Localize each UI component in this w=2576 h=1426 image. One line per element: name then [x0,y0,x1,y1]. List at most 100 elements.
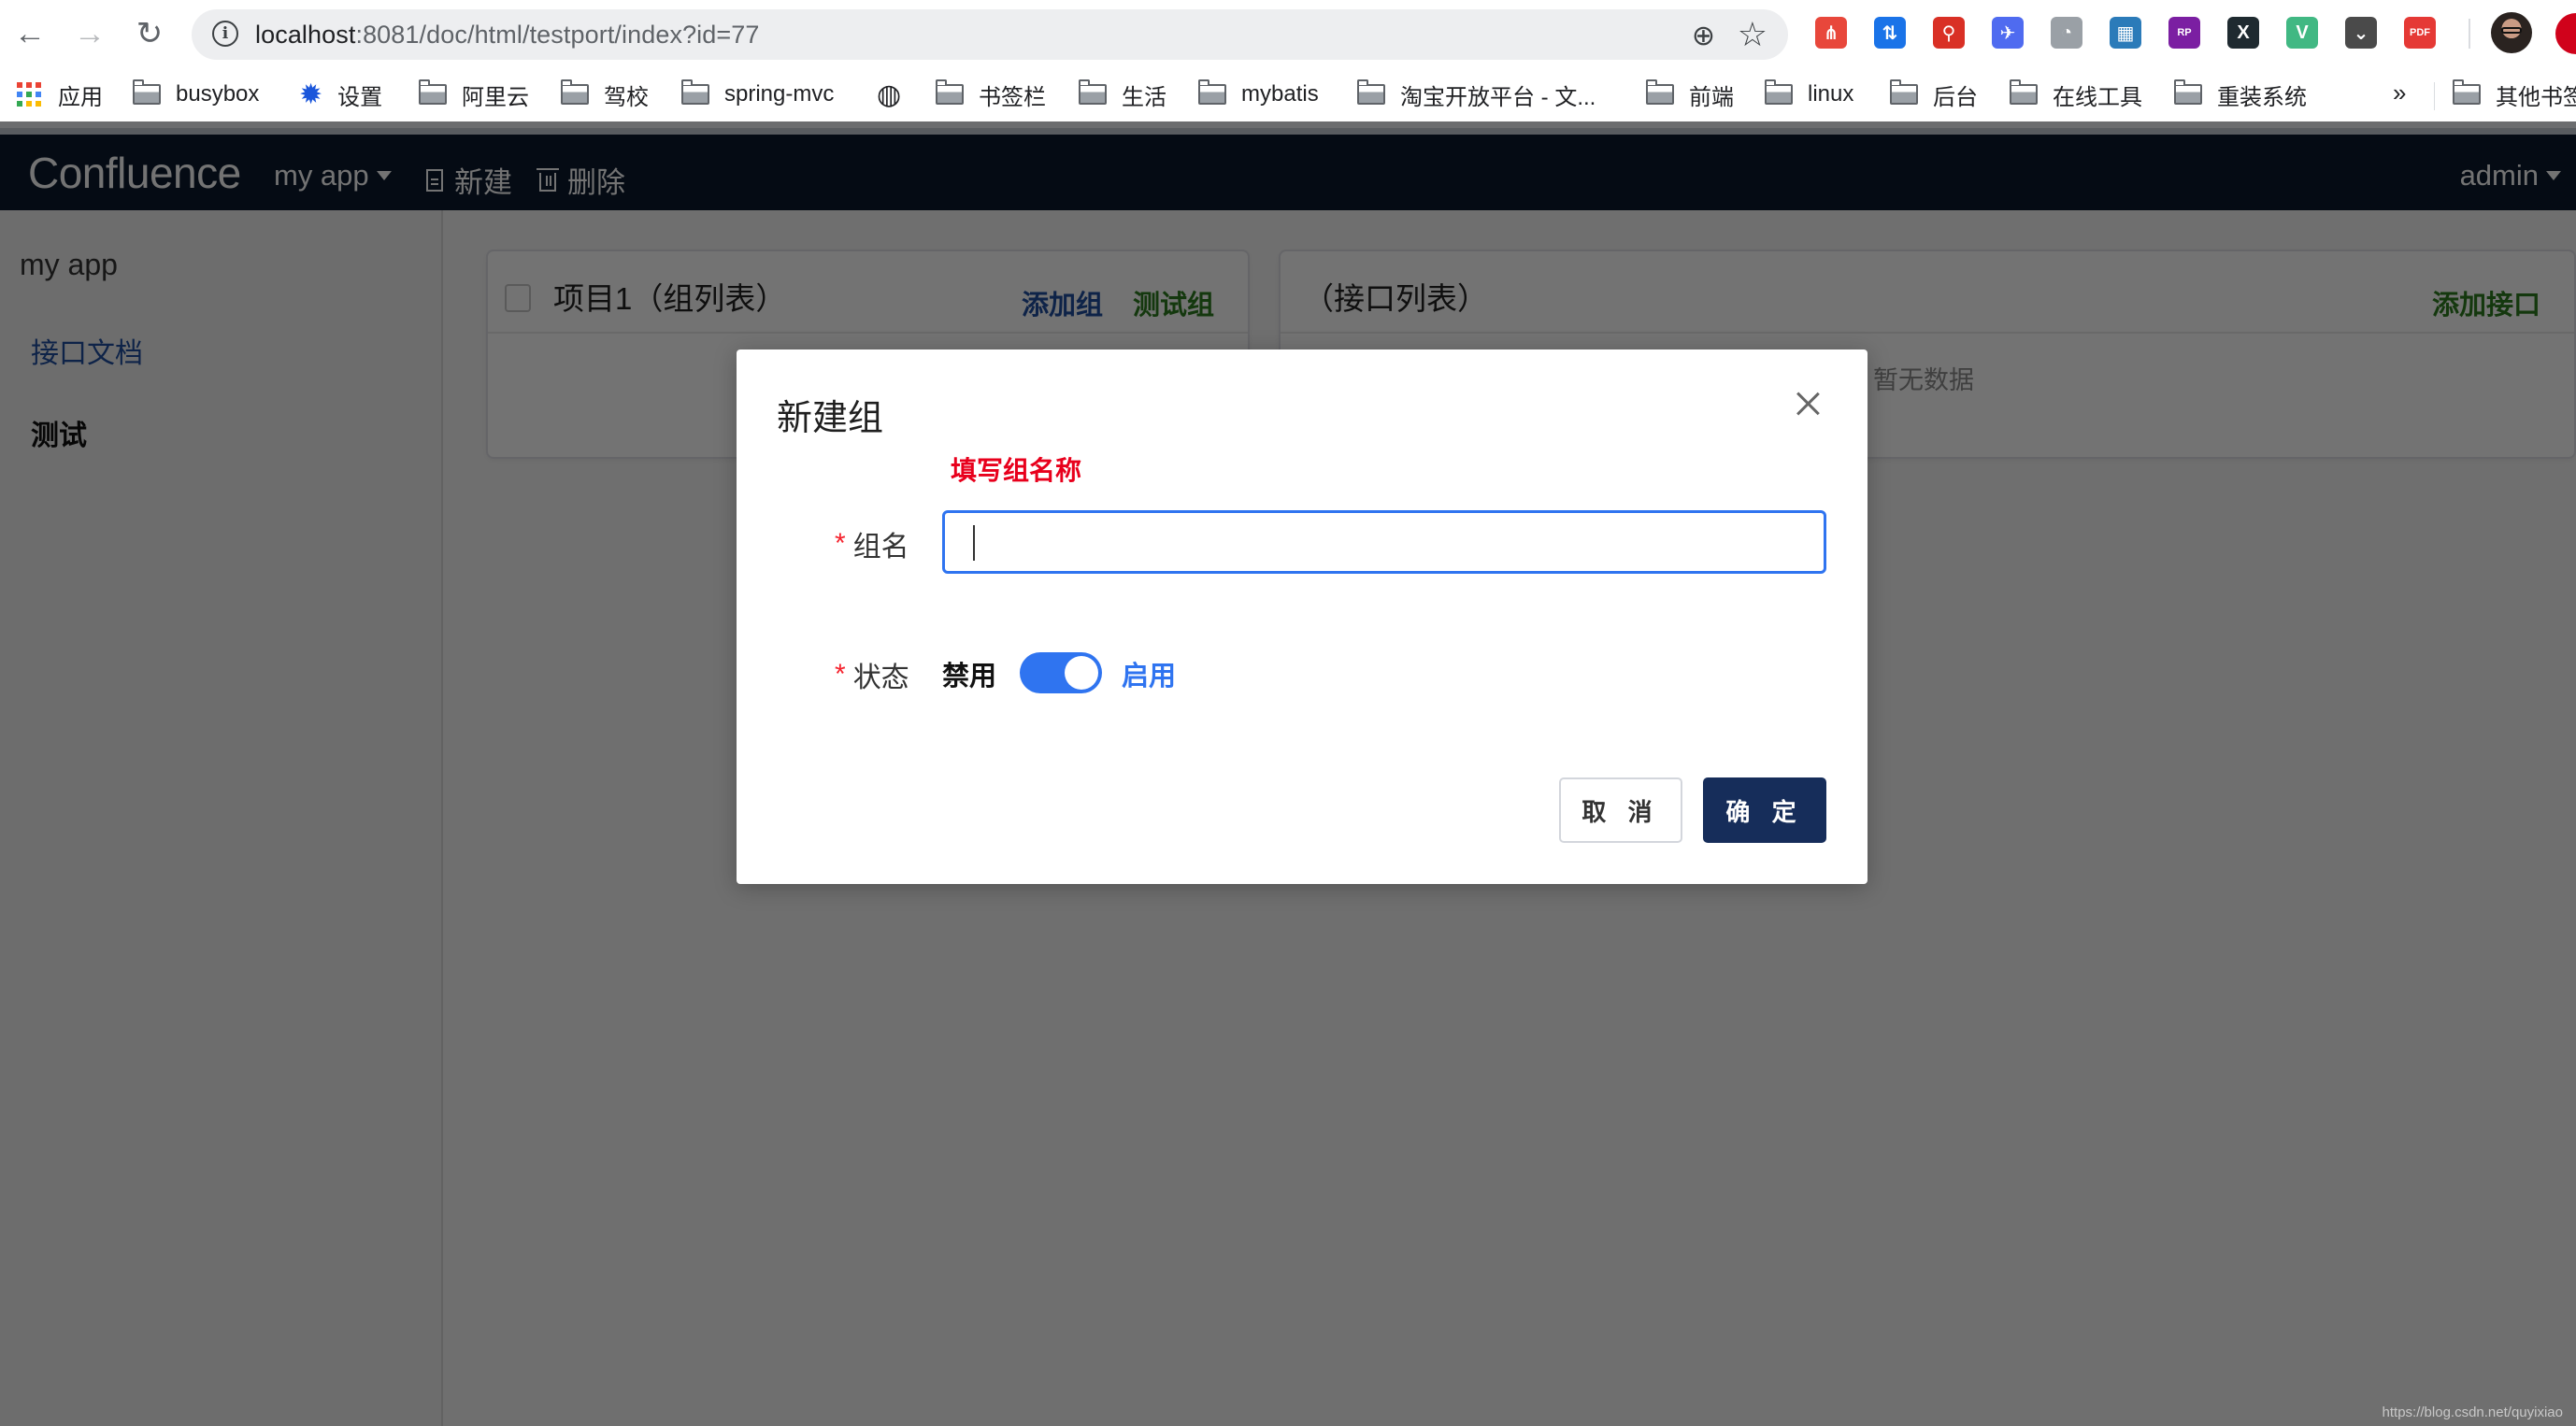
bookmark-folder[interactable]: 前端 [1645,78,1734,110]
url-text[interactable]: localhost:8081/doc/html/testport/index?i… [255,19,760,50]
folder-icon [2009,79,2038,105]
x-extension-icon[interactable]: X [2227,17,2259,49]
dialog-title: 新建组 [777,399,884,438]
forward-button[interactable]: → [69,13,110,54]
toolbar-separator [2469,19,2470,49]
screenshot-extension-icon[interactable]: ▦ [2110,17,2141,49]
profile-avatar[interactable] [2491,12,2532,53]
cancel-button[interactable]: 取 消 [1559,777,1682,843]
folder-icon [132,79,161,105]
group-name-label-text: 组名 [852,532,909,563]
pocket-extension-icon[interactable]: ⌄ [2345,17,2377,49]
bookmark-label: 应用 [58,84,103,110]
arrow-left-icon: ← [14,15,46,51]
status-enabled-label: 启用 [1122,662,1177,692]
bookmark-label: 设置 [337,84,383,110]
back-button[interactable]: ← [9,13,50,54]
upload-extension-icon[interactable] [2555,13,2576,54]
bookmarks-overflow-button[interactable]: » [2393,78,2406,107]
bookmarks-separator [2434,82,2435,110]
globe-icon: ◍ [877,78,902,110]
location-pin-extension-icon[interactable]: ⚲ [1933,17,1965,49]
bookmark-label: spring-mvc [724,81,835,107]
text-cursor [973,525,975,561]
group-name-input[interactable] [942,510,1826,574]
transfer-ex-extension-icon[interactable]: ⇅ [1874,17,1906,49]
status-disabled-label: 禁用 [942,662,997,692]
bookmark-folder[interactable]: 淘宝开放平台 - 文... [1356,78,1596,110]
bookmark-label: 其他书签 [2496,84,2576,110]
bookmark-folder[interactable]: mybatis [1197,78,1319,110]
bookmark-star-icon[interactable]: ☆ [1738,15,1767,54]
address-bar[interactable]: i localhost:8081/doc/html/testport/index… [192,9,1788,60]
folder-icon [2452,79,2481,105]
bookmark-folder[interactable]: 后台 [1889,78,1978,110]
bookmark-label: 后台 [1933,84,1978,110]
confirm-button[interactable]: 确 定 [1703,777,1826,843]
folder-icon [1889,79,1918,105]
folder-icon [680,79,709,105]
zoom-icon[interactable]: ⊕ [1692,20,1715,52]
bookmark-label: 淘宝开放平台 - 文... [1400,84,1596,110]
bookmark-globe[interactable]: ◍ [877,78,901,110]
bookmark-other-folder[interactable]: 其他书签 [2452,78,2576,110]
pdfjs-extension-icon[interactable]: PDF [2404,17,2436,49]
bookmark-label: busybox [176,81,260,107]
reload-button[interactable]: ↻ [129,13,170,54]
required-asterisk: * [835,528,846,559]
bookmark-label: mybatis [1241,81,1319,107]
folder-icon [1197,79,1226,105]
bookmark-folder[interactable]: 驾校 [560,78,649,110]
arrow-right-icon: → [74,15,106,51]
vue-devtools-extension-icon[interactable]: V [2286,17,2318,49]
validation-hint: 填写组名称 [951,456,1082,485]
url-path: :8081/doc/html/testport/index?id=77 [355,21,760,49]
sitemap-extension-icon[interactable]: ⋔ [1815,17,1847,49]
bookmark-folder[interactable]: linux [1764,78,1854,110]
bookmark-label: 在线工具 [2053,84,2142,110]
bookmark-folder[interactable]: busybox [132,78,260,110]
status-label: * 状态 [835,654,909,695]
axure-rp-extension-icon[interactable]: RP [2168,17,2200,49]
bookmark-label: 驾校 [604,84,649,110]
new-group-dialog: 新建组 填写组名称 * 组名 * 状态 禁用 启用 取 消 确 定 [737,349,1868,884]
url-host: localhost [255,21,356,49]
folder-icon [1356,79,1385,105]
bookmark-folder[interactable]: 书签栏 [935,78,1046,110]
bookmark-folder[interactable]: 生活 [1078,78,1166,110]
bookmark-label: linux [1808,81,1854,107]
bookmark-label: 书签栏 [979,84,1046,110]
bookmark-apps[interactable]: 应用 [17,78,103,110]
site-info-icon[interactable]: i [212,21,238,47]
bookmark-label: 重装系统 [2217,84,2307,110]
bookmark-folder[interactable]: spring-mvc [680,78,835,110]
folder-icon [418,79,447,105]
group-name-label: * 组名 [835,523,909,564]
watermark-text: https://blog.csdn.net/quyixiao [2382,1405,2563,1420]
bookmark-folder[interactable]: 阿里云 [418,78,529,110]
bookmarks-bar: 应用 busybox ✹ 设置 阿里云 驾校 spring-mvc ◍ 书签栏 生… [0,67,2576,121]
bookmark-label: 前端 [1689,84,1734,110]
bird-extension-icon[interactable]: ✈ [1992,17,2024,49]
required-asterisk: * [835,659,846,690]
folder-icon [560,79,589,105]
browser-toolbar: ← → ↻ i localhost:8081/doc/html/testport… [0,0,2576,67]
speedometer-extension-icon[interactable]: ◔ [2051,17,2082,49]
folder-icon [1078,79,1107,105]
folder-icon [1764,79,1793,105]
status-toggle[interactable] [1020,652,1102,693]
bookmark-folder[interactable]: 在线工具 [2009,78,2142,110]
close-icon[interactable] [1791,387,1825,421]
status-label-text: 状态 [852,663,909,693]
bookmark-settings[interactable]: ✹ 设置 [299,78,382,110]
bookmark-label: 阿里云 [462,84,529,110]
bookmark-label: 生活 [1122,84,1166,110]
reload-icon: ↻ [136,16,164,51]
folder-icon [1645,79,1674,105]
gear-icon: ✹ [299,78,323,110]
toggle-knob [1065,656,1098,690]
apps-grid-icon [17,82,41,107]
folder-icon [2173,79,2202,105]
bookmark-folder[interactable]: 重装系统 [2173,78,2307,110]
folder-icon [935,79,964,105]
